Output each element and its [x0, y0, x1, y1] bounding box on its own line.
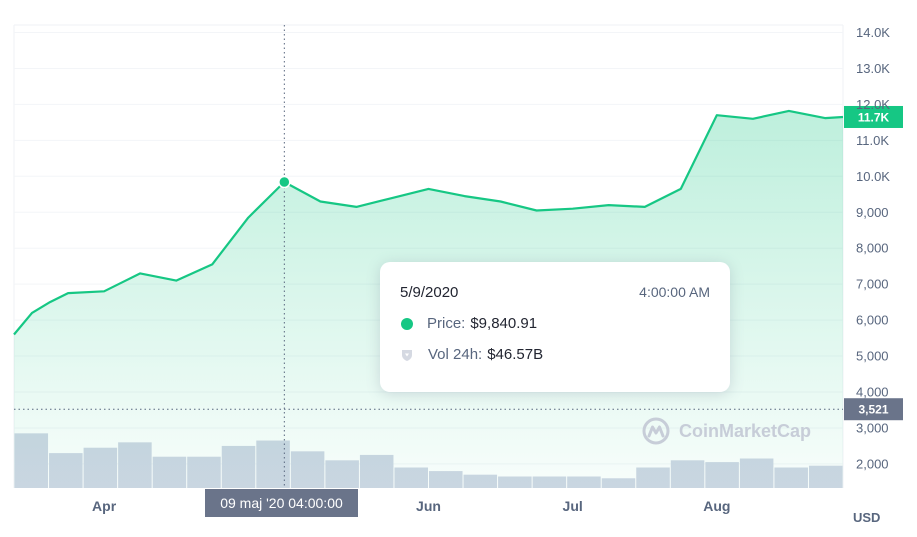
shield-icon — [402, 349, 412, 361]
y-tick-label: 12.0K — [856, 97, 890, 112]
volume-label: Vol 24h: — [428, 346, 483, 363]
price-point — [49, 302, 50, 303]
price-label: Price: — [427, 315, 466, 332]
current-price-badge-text: 11.7K — [858, 110, 890, 124]
price-point — [140, 273, 141, 274]
price-value: $9,840.91 — [470, 315, 538, 332]
price-point — [392, 197, 393, 198]
x-tick-label: Jun — [416, 498, 441, 514]
price-point — [320, 201, 321, 202]
y-tick-label: 4,000 — [856, 385, 889, 400]
x-tick-label: Aug — [703, 498, 730, 514]
price-point — [464, 195, 465, 196]
price-point — [716, 115, 717, 116]
price-point — [176, 280, 177, 281]
price-point — [644, 206, 645, 207]
y-tick-label: 13.0K — [856, 61, 890, 76]
price-point — [572, 208, 573, 209]
x-axis: Apr Jun Jul Aug — [92, 498, 730, 514]
price-point — [788, 110, 789, 111]
tooltip-date: 5/9/2020 — [400, 284, 459, 301]
price-point — [752, 118, 753, 119]
price-point — [842, 116, 843, 117]
crosshair-date-text: 09 maj '20 04:00:00 — [220, 495, 343, 511]
price-point — [356, 206, 357, 207]
tooltip-price-row: Price: $9,840.91 — [400, 315, 710, 332]
price-point — [13, 334, 14, 335]
price-point — [104, 291, 105, 292]
price-point — [428, 188, 429, 189]
y-tick-label: 8,000 — [856, 241, 889, 256]
y-tick-label: 10.0K — [856, 169, 890, 184]
y-tick-label: 11.0K — [856, 133, 889, 148]
coinmarketcap-watermark: CoinMarketCap — [641, 416, 811, 446]
price-point — [67, 293, 68, 294]
y-tick-label: 3,000 — [856, 420, 889, 435]
price-point — [248, 217, 249, 218]
y-tick-label: 2,000 — [856, 456, 889, 471]
y-tick-label: 14.0K — [856, 25, 890, 40]
tooltip-volume-row: Vol 24h: $46.57B — [400, 346, 710, 363]
price-point — [500, 201, 501, 202]
y-tick-label: 5,000 — [856, 349, 889, 364]
currency-label: USD — [853, 510, 880, 525]
y-tick-label: 6,000 — [856, 313, 889, 328]
price-point — [824, 117, 825, 118]
price-tooltip: 5/9/2020 4:00:00 AM Price: $9,840.91 Vol… — [380, 262, 730, 392]
price-point — [536, 210, 537, 211]
green-dot-icon — [401, 317, 413, 330]
y-tick-label: 7,000 — [856, 277, 889, 292]
price-point — [608, 204, 609, 205]
x-tick-label: Jul — [563, 498, 583, 514]
price-point — [31, 312, 32, 313]
reference-badge-text: 3,521 — [858, 403, 888, 417]
highlight-point — [278, 175, 291, 189]
price-point — [680, 188, 681, 189]
watermark-text: CoinMarketCap — [679, 420, 812, 441]
coinmarketcap-logo — [642, 417, 670, 445]
x-tick-label: Apr — [92, 498, 117, 514]
y-tick-label: 9,000 — [856, 205, 889, 220]
volume-value: $46.57B — [487, 346, 544, 363]
price-point — [212, 264, 213, 265]
tooltip-time: 4:00:00 AM — [639, 284, 710, 300]
